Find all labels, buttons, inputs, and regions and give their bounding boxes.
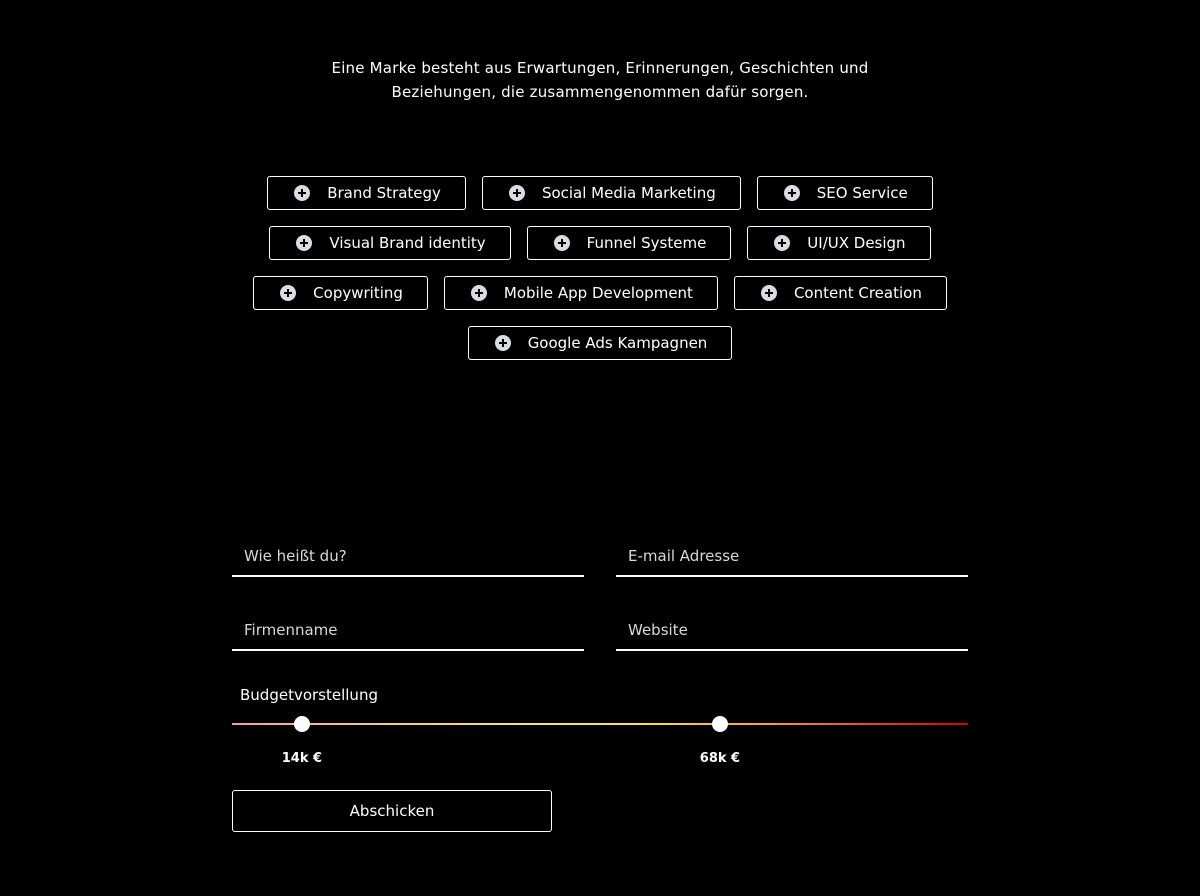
services-row-1: Brand Strategy Social Media Marketing SE… xyxy=(0,176,1200,210)
budget-slider-track[interactable] xyxy=(232,723,968,725)
intro-text: Eine Marke besteht aus Erwartungen, Erin… xyxy=(300,56,900,104)
name-input[interactable] xyxy=(232,537,584,575)
intro-line-2: Beziehungen, die zusammengenommen dafür … xyxy=(391,83,809,101)
budget-min-value: 14k € xyxy=(281,751,323,766)
service-chip-label: Mobile App Development xyxy=(503,284,693,302)
budget-label: Budgetvorstellung xyxy=(240,686,378,704)
service-chip-social-media-marketing[interactable]: Social Media Marketing xyxy=(481,176,741,210)
plus-circle-icon xyxy=(296,235,313,251)
services-row-4: Google Ads Kampagnen xyxy=(0,326,1200,360)
plus-circle-icon xyxy=(760,285,777,301)
plus-circle-icon xyxy=(280,285,297,301)
service-chip-label: UI/UX Design xyxy=(807,234,906,252)
service-chip-copywriting[interactable]: Copywriting xyxy=(253,276,428,310)
service-chip-label: Google Ads Kampagnen xyxy=(527,334,708,352)
service-chip-visual-brand-identity[interactable]: Visual Brand identity xyxy=(269,226,511,260)
website-field xyxy=(616,611,968,651)
company-field xyxy=(232,611,584,651)
service-chip-ui-ux-design[interactable]: UI/UX Design xyxy=(747,226,931,260)
service-chip-content-creation[interactable]: Content Creation xyxy=(733,276,947,310)
plus-circle-icon xyxy=(294,185,311,201)
service-chip-label: Social Media Marketing xyxy=(541,184,716,202)
intro-line-1: Eine Marke besteht aus Erwartungen, Erin… xyxy=(331,59,869,77)
service-chip-label: SEO Service xyxy=(816,184,908,202)
plus-circle-icon xyxy=(774,235,791,251)
service-chip-label: Funnel Systeme xyxy=(586,234,707,252)
services-row-2: Visual Brand identity Funnel Systeme UI/… xyxy=(0,226,1200,260)
service-chip-brand-strategy[interactable]: Brand Strategy xyxy=(267,176,466,210)
company-input[interactable] xyxy=(232,611,584,649)
name-field xyxy=(232,537,584,577)
services-row-3: Copywriting Mobile App Development Conte… xyxy=(0,276,1200,310)
budget-max-value: 68k € xyxy=(699,751,741,766)
service-chip-seo-service[interactable]: SEO Service xyxy=(756,176,933,210)
submit-button[interactable]: Abschicken xyxy=(232,790,552,832)
service-chip-google-ads-kampagnen[interactable]: Google Ads Kampagnen xyxy=(467,326,733,360)
service-chip-label: Content Creation xyxy=(793,284,922,302)
service-chip-label: Brand Strategy xyxy=(327,184,441,202)
plus-circle-icon xyxy=(553,235,570,251)
email-input[interactable] xyxy=(616,537,968,575)
budget-slider-min-handle[interactable] xyxy=(293,716,310,732)
service-chip-funnel-systeme[interactable]: Funnel Systeme xyxy=(526,226,732,260)
plus-circle-icon xyxy=(783,185,800,201)
email-field xyxy=(616,537,968,577)
service-chip-mobile-app-development[interactable]: Mobile App Development xyxy=(443,276,718,310)
budget-slider-max-handle[interactable] xyxy=(711,716,728,732)
service-chip-label: Visual Brand identity xyxy=(329,234,486,252)
plus-circle-icon xyxy=(470,285,487,301)
service-chip-label: Copywriting xyxy=(313,284,403,302)
website-input[interactable] xyxy=(616,611,968,649)
plus-circle-icon xyxy=(508,185,525,201)
plus-circle-icon xyxy=(494,335,511,351)
